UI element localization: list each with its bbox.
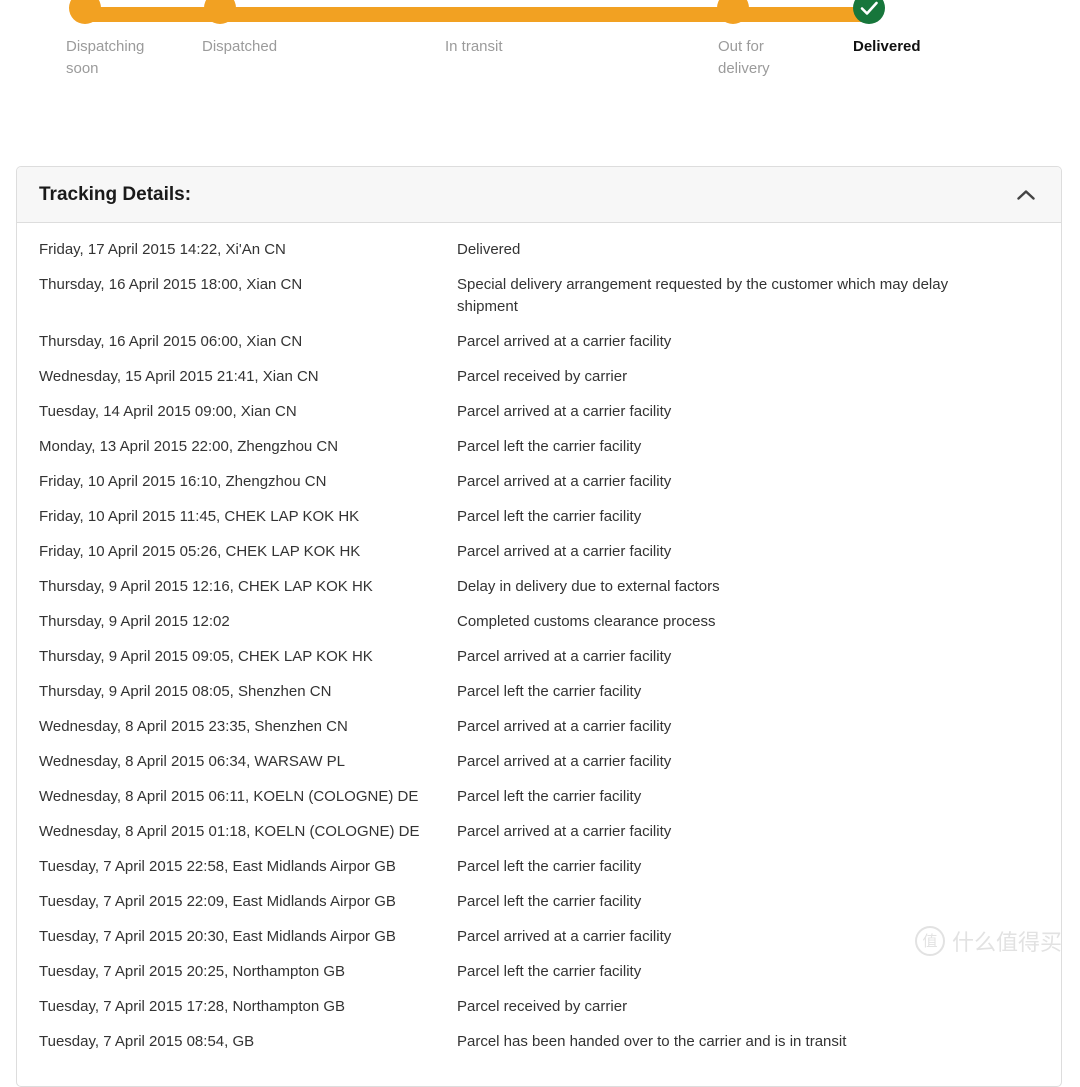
tracking-details-list: Friday, 17 April 2015 14:22, Xi'An CN Del… — [17, 223, 1061, 1086]
tracking-entry-timestamp: Wednesday, 15 April 2015 21:41, Xian CN — [39, 368, 319, 385]
tracking-entry-timestamp: Monday, 13 April 2015 22:00, Zhengzhou C… — [39, 438, 339, 455]
tracking-entry-timestamp: Thursday, 9 April 2015 08:05, Shenzhen C… — [39, 683, 332, 700]
tracking-entry-timestamp: Friday, 10 April 2015 05:26, CHEK LAP KO… — [39, 543, 361, 560]
tracking-entry-status: Parcel arrived at a carrier facility — [457, 823, 672, 840]
tracking-entry-status: Parcel arrived at a carrier facility — [457, 543, 672, 560]
tracking-entry-row: Friday, 10 April 2015 05:26, CHEK LAP KO… — [39, 541, 1039, 563]
tracking-entry-status: Parcel left the carrier facility — [457, 858, 642, 875]
tracking-entry-timestamp: Thursday, 9 April 2015 12:16, CHEK LAP K… — [39, 578, 373, 595]
tracking-entry-timestamp: Friday, 17 April 2015 14:22, Xi'An CN — [39, 241, 286, 258]
tracking-entry-row: Wednesday, 8 April 2015 06:34, WARSAW PL… — [39, 751, 1039, 773]
tracking-entry-timestamp: Friday, 10 April 2015 16:10, Zhengzhou C… — [39, 473, 327, 490]
tracking-entry-timestamp: Tuesday, 7 April 2015 22:09, East Midlan… — [39, 893, 396, 910]
tracking-entry-timestamp: Tuesday, 7 April 2015 22:58, East Midlan… — [39, 858, 396, 875]
tracking-entry-row: Tuesday, 14 April 2015 09:00, Xian CN Par… — [39, 401, 1039, 423]
tracking-entry-status: Parcel received by carrier — [457, 368, 628, 385]
tracking-entry-status: Parcel left the carrier facility — [457, 963, 642, 980]
delivery-progress-tracker: Dispatching soon Dispatched In transit Out … — [0, 0, 1080, 120]
tracking-entry-status: Parcel arrived at a carrier facility — [457, 718, 672, 735]
tracking-entry-row: Friday, 10 April 2015 16:10, Zhengzhou C… — [39, 471, 1039, 493]
tracking-entry-status: Parcel left the carrier facility — [457, 508, 642, 525]
tracking-entry-row: Friday, 17 April 2015 14:22, Xi'An CN Del… — [39, 239, 1039, 261]
chevron-up-icon[interactable] — [1013, 182, 1039, 208]
tracking-entry-timestamp: Wednesday, 8 April 2015 23:35, Shenzhen … — [39, 718, 348, 735]
tracking-entry-row: Wednesday, 15 April 2015 21:41, Xian CN P… — [39, 366, 1039, 388]
tracking-entry-row: Thursday, 9 April 2015 12:16, CHEK LAP K… — [39, 576, 1039, 598]
tracking-entry-status: Parcel arrived at a carrier facility — [457, 333, 672, 350]
tracking-entry-row: Tuesday, 7 April 2015 22:58, East Midlan… — [39, 856, 1039, 878]
progress-step-label-1: Dispatched — [202, 38, 278, 55]
tracking-entry-row: Wednesday, 8 April 2015 23:35, Shenzhen … — [39, 716, 1039, 738]
tracking-entry-timestamp: Thursday, 16 April 2015 18:00, Xian CN — [39, 276, 303, 293]
tracking-entry-status: Delay in delivery due to external factor… — [457, 578, 720, 595]
tracking-entry-status: Parcel arrived at a carrier facility — [457, 928, 672, 945]
tracking-entry-row: Tuesday, 7 April 2015 08:54, GB Parcel ha… — [39, 1031, 1039, 1053]
tracking-entry-timestamp: Tuesday, 7 April 2015 17:28, Northampton… — [39, 998, 346, 1015]
tracking-entry-status: Special delivery arrangement requested b… — [457, 276, 949, 315]
tracking-entry-row: Tuesday, 7 April 2015 20:25, Northampton… — [39, 961, 1039, 983]
tracking-entry-timestamp: Tuesday, 14 April 2015 09:00, Xian CN — [39, 403, 297, 420]
tracking-entry-timestamp: Thursday, 9 April 2015 09:05, CHEK LAP K… — [39, 648, 373, 665]
tracking-entry-timestamp: Tuesday, 7 April 2015 08:54, GB — [39, 1033, 255, 1050]
tracking-entry-row: Thursday, 9 April 2015 09:05, CHEK LAP K… — [39, 646, 1039, 668]
progress-step-label-3: Out for delivery — [718, 38, 770, 77]
tracking-entry-timestamp: Tuesday, 7 April 2015 20:25, Northampton… — [39, 963, 346, 980]
tracking-entry-row: Tuesday, 7 April 2015 22:09, East Midlan… — [39, 891, 1039, 913]
tracking-entry-status: Parcel received by carrier — [457, 998, 628, 1015]
tracking-entry-timestamp: Thursday, 16 April 2015 06:00, Xian CN — [39, 333, 303, 350]
tracking-details-header[interactable]: Tracking Details: — [17, 167, 1061, 223]
tracking-entry-row: Thursday, 16 April 2015 18:00, Xian CN Sp… — [39, 274, 1039, 318]
tracking-entry-status: Parcel has been handed over to the carri… — [457, 1033, 847, 1050]
progress-step-label-4: Delivered — [853, 38, 921, 55]
tracking-details-panel: Tracking Details: Friday, 17 April 2015 … — [16, 166, 1062, 1087]
tracking-entry-status: Parcel left the carrier facility — [457, 438, 642, 455]
site-watermark: 值 什么值得买 — [914, 925, 1062, 957]
progress-step-label-2: In transit — [445, 38, 503, 55]
tracking-entry-row: Wednesday, 8 April 2015 01:18, KOELN (CO… — [39, 821, 1039, 843]
watermark-text: 什么值得买 — [951, 930, 1062, 955]
watermark-badge-icon: 值 — [914, 926, 945, 956]
page-title: Tracking Details: — [39, 183, 192, 205]
tracking-entry-row: Wednesday, 8 April 2015 06:11, KOELN (CO… — [39, 786, 1039, 808]
tracking-entry-row: Monday, 13 April 2015 22:00, Zhengzhou C… — [39, 436, 1039, 458]
tracking-entry-row: Friday, 10 April 2015 11:45, CHEK LAP KO… — [39, 506, 1039, 528]
progress-bar-track — [85, 7, 869, 22]
tracking-entry-status: Parcel left the carrier facility — [457, 788, 642, 805]
tracking-entry-status: Parcel left the carrier facility — [457, 683, 642, 700]
tracking-entry-status: Completed customs clearance process — [457, 613, 716, 630]
tracking-entry-timestamp: Thursday, 9 April 2015 12:02 — [39, 613, 230, 630]
tracking-entry-row: Tuesday, 7 April 2015 17:28, Northampton… — [39, 996, 1039, 1018]
tracking-entry-timestamp: Friday, 10 April 2015 11:45, CHEK LAP KO… — [39, 508, 360, 525]
tracking-entry-row: Tuesday, 7 April 2015 20:30, East Midlan… — [39, 926, 1039, 948]
tracking-entry-timestamp: Tuesday, 7 April 2015 20:30, East Midlan… — [39, 928, 396, 945]
tracking-entry-timestamp: Wednesday, 8 April 2015 06:34, WARSAW PL — [39, 753, 345, 770]
progress-step-label-0: Dispatching soon — [66, 38, 145, 77]
check-icon — [860, 1, 878, 15]
tracking-entry-row: Thursday, 9 April 2015 08:05, Shenzhen C… — [39, 681, 1039, 703]
tracking-entry-row: Thursday, 16 April 2015 06:00, Xian CN Pa… — [39, 331, 1039, 353]
tracking-entry-status: Parcel arrived at a carrier facility — [457, 473, 672, 490]
tracking-entry-timestamp: Wednesday, 8 April 2015 01:18, KOELN (CO… — [39, 823, 420, 840]
progress-node-4 — [853, 0, 885, 24]
tracking-entry-status: Parcel arrived at a carrier facility — [457, 753, 672, 770]
tracking-entry-status: Parcel left the carrier facility — [457, 893, 642, 910]
tracking-entry-status: Parcel arrived at a carrier facility — [457, 648, 672, 665]
tracking-entry-row: Thursday, 9 April 2015 12:02 Completed cu… — [39, 611, 1039, 633]
tracking-entry-timestamp: Wednesday, 8 April 2015 06:11, KOELN (CO… — [39, 788, 419, 805]
tracking-entry-status: Delivered — [457, 241, 521, 258]
tracking-entry-status: Parcel arrived at a carrier facility — [457, 403, 672, 420]
